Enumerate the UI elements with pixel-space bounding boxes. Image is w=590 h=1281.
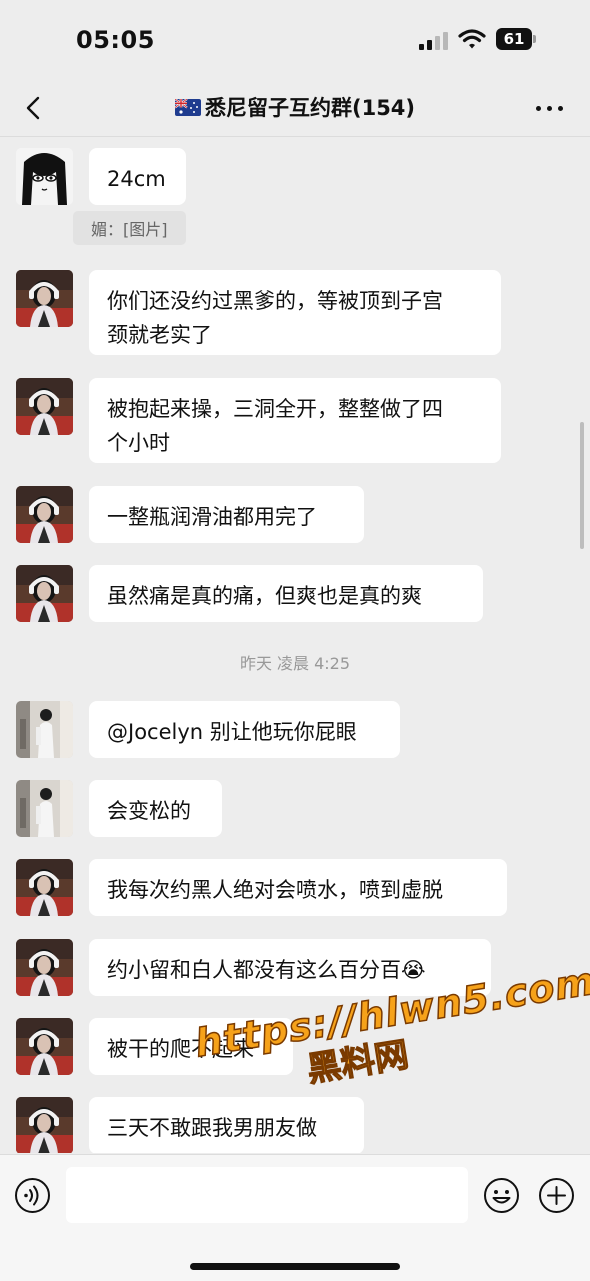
message-bubble[interactable]: 虽然痛是真的痛，但爽也是真的爽 [89, 565, 483, 622]
avatar[interactable] [16, 701, 73, 758]
message-text-line: 被抱起来操，三洞全开，整整做了四 [107, 397, 443, 421]
message-bubble[interactable]: 一整瓶润滑油都用完了 [89, 486, 364, 543]
message-text: 被干的爬不起来 [107, 1037, 254, 1061]
message-bubble[interactable]: 被抱起来操，三洞全开，整整做了四 个小时 [89, 378, 501, 463]
scrollbar[interactable] [580, 422, 584, 549]
message-bubble[interactable]: 三天不敢跟我男朋友做 [89, 1097, 364, 1153]
avatar[interactable] [16, 270, 73, 327]
status-time: 05:05 [76, 26, 155, 54]
quoted-reply[interactable]: 媚：[图片] [73, 211, 186, 245]
message-text-line: 个小时 [107, 431, 170, 455]
chat-header: 悉尼留子互约群(154) [0, 80, 590, 137]
message-input[interactable] [66, 1167, 468, 1223]
message-bubble[interactable]: 会变松的 [89, 780, 222, 837]
avatar[interactable] [16, 378, 73, 435]
battery-level: 61 [496, 28, 532, 50]
avatar[interactable] [16, 939, 73, 996]
message-bubble[interactable]: 我每次约黑人绝对会喷水，喷到虚脱 [89, 859, 507, 916]
wifi-icon [458, 29, 486, 49]
message-text: 虽然痛是真的痛，但爽也是真的爽 [107, 584, 422, 608]
message-list[interactable]: 24cm 媚：[图片] 你们还没约过黑爹的，等被顶到子宫 颈就老实了 被抱起来操… [0, 137, 590, 1153]
message-bubble[interactable]: 你们还没约过黑爹的，等被顶到子宫 颈就老实了 [89, 270, 501, 355]
avatar[interactable] [16, 1018, 73, 1075]
message-text: 会变松的 [107, 799, 191, 823]
input-bar [0, 1154, 590, 1281]
message-text-line: 颈就老实了 [107, 323, 212, 347]
emoji-icon[interactable] [483, 1177, 520, 1214]
message-text: @Jocelyn 别让他玩你屁眼 [107, 720, 357, 744]
voice-input-icon[interactable] [14, 1177, 51, 1214]
timestamp-divider: 昨天 凌晨 4:25 [239, 654, 351, 673]
message-text-line: 你们还没约过黑爹的，等被顶到子宫 [107, 289, 443, 313]
message-bubble[interactable]: 24cm [89, 148, 186, 205]
message-text: 我每次约黑人绝对会喷水，喷到虚脱 [107, 878, 443, 902]
avatar[interactable] [16, 780, 73, 837]
message-bubble[interactable]: 被干的爬不起来 [89, 1018, 293, 1075]
message-text: 约小留和白人都没有这么百分百 [107, 958, 401, 982]
cellular-signal-icon [419, 30, 451, 50]
message-text: 三天不敢跟我男朋友做 [107, 1116, 317, 1140]
message-bubble[interactable]: 约小留和白人都没有这么百分百😭 [89, 939, 491, 996]
message-text: 一整瓶润滑油都用完了 [107, 505, 317, 529]
loudly-crying-emoji-icon: 😭 [401, 958, 426, 982]
battery-icon: 61 [496, 28, 538, 50]
status-bar: 05:05 61 [0, 0, 590, 80]
more-options-icon[interactable] [534, 94, 566, 122]
avatar[interactable] [16, 565, 73, 622]
message-text: 24cm [107, 167, 166, 191]
avatar[interactable] [16, 1097, 73, 1153]
chat-title[interactable]: 悉尼留子互约群(154) [0, 92, 590, 122]
message-bubble[interactable]: @Jocelyn 别让他玩你屁眼 [89, 701, 400, 758]
add-attachment-icon[interactable] [538, 1177, 575, 1214]
avatar[interactable] [16, 859, 73, 916]
chat-title-text: 悉尼留子互约群(154) [204, 96, 416, 120]
australia-flag-icon [174, 99, 201, 116]
avatar[interactable] [16, 486, 73, 543]
avatar[interactable] [16, 148, 73, 205]
home-indicator[interactable] [190, 1263, 400, 1270]
